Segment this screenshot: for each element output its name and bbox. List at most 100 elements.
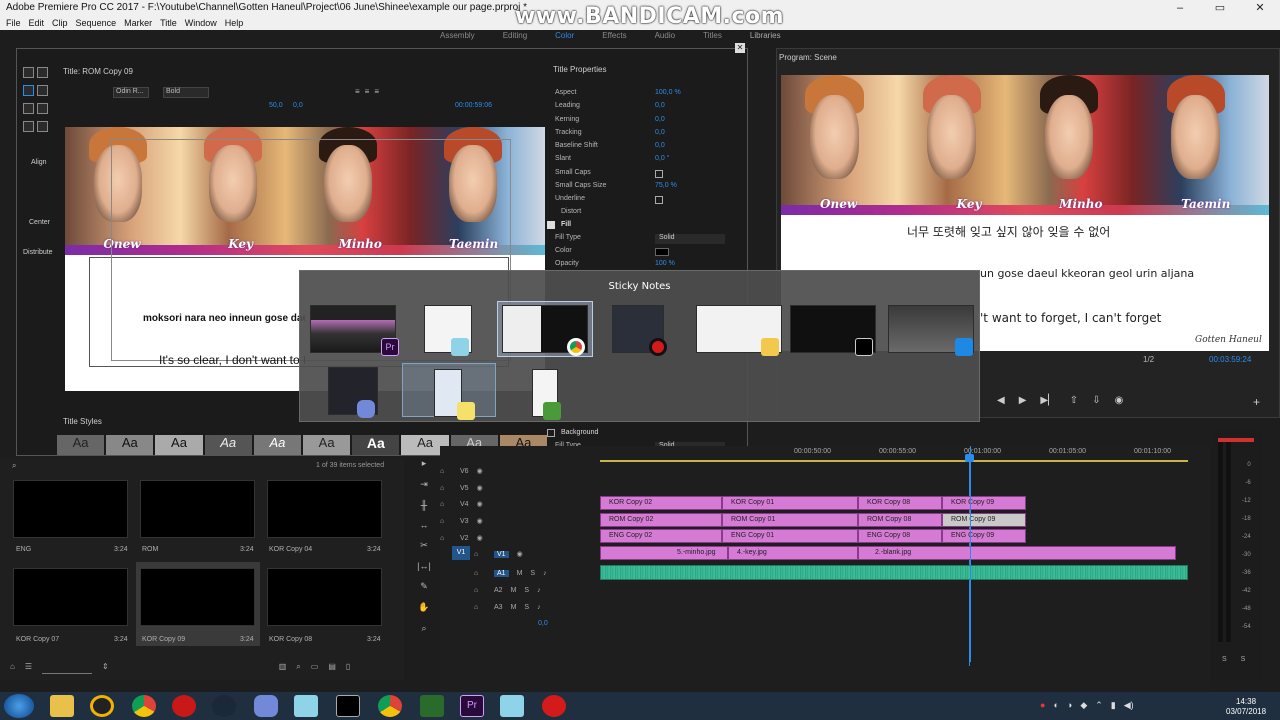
lock-icon[interactable]: ⌂ — [440, 468, 452, 475]
list-view-icon[interactable]: ☰ — [25, 662, 32, 674]
switcher-window-editor[interactable] — [532, 369, 561, 420]
style-swatch[interactable]: Aa — [253, 435, 302, 455]
ripple-edit-icon[interactable]: ╫ — [421, 500, 427, 510]
timeline-clip[interactable]: ROM Copy 02 — [600, 513, 722, 527]
zoom-slider[interactable] — [42, 662, 93, 674]
small-caps-checkbox[interactable] — [655, 170, 663, 178]
volume-icon[interactable]: ◀) — [1124, 700, 1134, 711]
play-icon[interactable]: ▶ — [1019, 395, 1027, 406]
taskbar-red-app-icon[interactable] — [172, 695, 196, 717]
titler-close-icon[interactable]: ✕ — [735, 43, 745, 53]
taskbar-clock[interactable]: 14:38 03/07/2018 — [1226, 697, 1266, 717]
rate-stretch-icon[interactable]: ↔ — [420, 520, 429, 530]
workspace-effects[interactable]: Effects — [602, 31, 626, 43]
prop-background[interactable]: Background — [547, 429, 727, 441]
extract-icon[interactable]: ⇩ — [1092, 395, 1100, 406]
lock-icon[interactable]: ⌂ — [474, 570, 486, 577]
toggle-output-icon[interactable]: ◉ — [477, 467, 483, 475]
font-size-value[interactable]: 50,0 — [269, 102, 283, 109]
export-frame-icon[interactable]: ◉ — [1115, 395, 1124, 406]
find-icon[interactable]: ⌕ — [296, 662, 300, 674]
rotate-tool-icon[interactable] — [37, 67, 48, 78]
workspace-libraries[interactable]: Libraries — [750, 31, 781, 43]
slip-icon[interactable]: |↔| — [417, 561, 431, 571]
selection-tool-icon[interactable]: ▸ — [422, 458, 427, 469]
switcher-window-bandicam[interactable] — [612, 305, 667, 356]
lock-icon[interactable]: ⌂ — [10, 662, 15, 674]
workspace-titles[interactable]: Titles — [703, 31, 722, 43]
taskbar-editor-icon[interactable] — [420, 695, 444, 717]
timeline-clip[interactable]: 5.-minho.jpg — [600, 546, 728, 560]
master-volume-value[interactable]: 0,0 — [538, 620, 548, 627]
toggle-output-icon[interactable]: ◉ — [477, 500, 483, 508]
work-area-bar[interactable] — [600, 460, 1188, 462]
timeline-clip[interactable]: KOR Copy 01 — [722, 496, 858, 510]
switcher-window-cmd[interactable] — [790, 305, 876, 356]
timeline-clip[interactable]: ENG Copy 02 — [600, 529, 722, 543]
zoom-select[interactable]: 1/2 — [1143, 355, 1154, 364]
style-swatch[interactable]: Aa — [303, 435, 351, 455]
type-tool-icon[interactable] — [23, 85, 34, 96]
timeline-clip[interactable]: ENG Copy 01 — [722, 529, 858, 543]
track-select-icon[interactable]: ⇥ — [420, 479, 428, 490]
fill-type-select[interactable]: Solid — [655, 234, 725, 244]
timeline-clip[interactable]: 4.-key.jpg — [728, 546, 858, 560]
toggle-output-icon[interactable]: ◉ — [477, 534, 483, 542]
timeline-clip[interactable]: KOR Copy 09 — [942, 496, 1026, 510]
mic-icon[interactable]: ♪ — [537, 587, 541, 594]
search-icon[interactable]: ⌕ — [12, 461, 142, 471]
sort-icon[interactable]: ⇕ — [102, 662, 109, 674]
switcher-window-chrome[interactable] — [502, 305, 588, 356]
clip-thumbnail-kor-copy-07[interactable] — [13, 568, 128, 626]
lock-icon[interactable]: ⌂ — [440, 485, 452, 492]
add-button-icon[interactable]: + — [1253, 395, 1260, 409]
timeline-clip[interactable]: KOR Copy 08 — [858, 496, 942, 510]
clip-thumbnail-kor-copy-04[interactable] — [267, 480, 382, 538]
align-center-icon[interactable]: ≡ — [365, 87, 370, 96]
mic-icon[interactable]: ♪ — [543, 570, 547, 577]
taskbar-cmd-icon[interactable] — [336, 695, 360, 717]
solo-button[interactable]: S — [524, 604, 529, 611]
toggle-output-icon[interactable]: ◉ — [477, 517, 483, 525]
hand-icon[interactable]: ✋ — [418, 602, 429, 613]
lock-icon[interactable]: ⌂ — [474, 604, 486, 611]
fill-checkbox[interactable] — [547, 221, 555, 229]
solo-button[interactable]: S — [524, 587, 529, 594]
solo-button[interactable]: S — [530, 570, 535, 577]
prop-fill[interactable]: Fill — [547, 221, 727, 233]
taskbar-chrome-window-icon[interactable] — [378, 695, 402, 717]
style-swatch[interactable]: Aa — [57, 435, 105, 455]
timeline-clip[interactable]: ENG Copy 08 — [858, 529, 942, 543]
mute-button[interactable]: M — [511, 604, 517, 611]
new-bin-icon[interactable]: ▭ — [311, 662, 319, 674]
lift-icon[interactable]: ⇧ — [1070, 395, 1078, 406]
minimize-icon[interactable]: – — [1160, 0, 1200, 16]
canvas-lyric-line2[interactable]: It's so clear, I don't want to forget, I… — [159, 353, 305, 367]
menu-file[interactable]: File — [6, 18, 21, 28]
workspace-editing[interactable]: Editing — [503, 31, 527, 43]
menu-window[interactable]: Window — [185, 18, 217, 28]
lock-icon[interactable]: ⌂ — [474, 551, 486, 558]
timeline-clip[interactable]: 2.-blank.jpg — [858, 546, 1176, 560]
start-button[interactable] — [4, 694, 34, 718]
style-swatch[interactable]: Aa — [352, 435, 400, 455]
switcher-window-premiere[interactable]: Pr — [310, 305, 399, 356]
prop-distort[interactable]: Distort — [555, 208, 735, 220]
taskbar-app-icon[interactable] — [90, 695, 114, 717]
path-type-tool-icon[interactable] — [37, 103, 48, 114]
workspace-audio[interactable]: Audio — [655, 31, 675, 43]
background-checkbox[interactable] — [547, 429, 555, 437]
zoom-icon[interactable]: ⌕ — [421, 623, 426, 634]
menu-help[interactable]: Help — [225, 18, 244, 28]
taskbar-notes-icon[interactable] — [500, 695, 524, 717]
step-forward-icon[interactable]: ▶▏ — [1040, 395, 1055, 406]
align-left-icon[interactable]: ≡ — [355, 87, 360, 96]
align-right-icon[interactable]: ≡ — [374, 87, 379, 96]
menu-edit[interactable]: Edit — [29, 18, 45, 28]
timeline-clip[interactable]: ROM Copy 08 — [858, 513, 942, 527]
tray-icon[interactable]: ◐ — [1053, 700, 1058, 711]
area-type-tool-icon[interactable] — [23, 103, 34, 114]
solo-left-button[interactable]: S — [1222, 656, 1227, 663]
switcher-window-discord[interactable] — [328, 367, 378, 418]
taskbar-chrome-icon[interactable] — [132, 695, 156, 717]
